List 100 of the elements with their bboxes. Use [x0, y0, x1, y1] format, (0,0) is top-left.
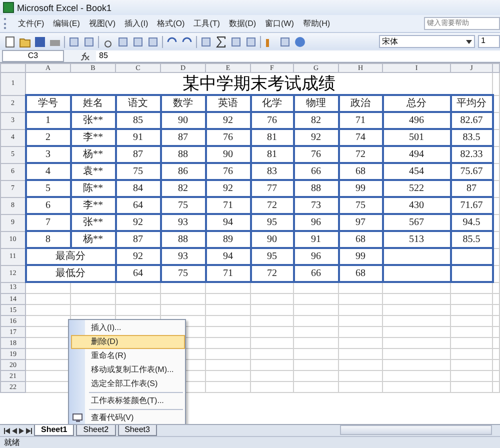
- table-cell: 430: [382, 197, 450, 214]
- last-sheet-icon[interactable]: [26, 428, 32, 434]
- context-menu-item[interactable]: 工作表标签颜色(T)...: [71, 394, 185, 408]
- table-cell: 75.67: [450, 163, 492, 180]
- table-cell: 91: [294, 231, 338, 248]
- table-cell: 68: [338, 163, 382, 180]
- table-header-cell: 总分: [382, 95, 450, 112]
- menu-item[interactable]: 视图(V): [88, 18, 116, 29]
- table-cell: 92: [116, 214, 160, 231]
- table-cell: 76: [206, 129, 250, 146]
- table-cell: 袁**: [70, 163, 116, 180]
- table-cell: 93: [160, 214, 206, 231]
- table-cell: 454: [382, 163, 450, 180]
- table-cell: 92: [206, 180, 250, 197]
- table-cell: 84: [116, 180, 160, 197]
- menu-item[interactable]: 数据(D): [228, 18, 256, 29]
- sheet-tab[interactable]: Sheet1: [34, 425, 74, 436]
- menu-item[interactable]: 帮助(H): [302, 18, 330, 29]
- horizontal-scrollbar[interactable]: [340, 425, 492, 435]
- table-cell: 87: [116, 231, 160, 248]
- table-cell: 501: [382, 129, 450, 146]
- table-cell: 7: [26, 214, 70, 231]
- function-icon[interactable]: [80, 52, 90, 60]
- menu-item[interactable]: 窗口(W): [265, 18, 294, 29]
- table-cell: 1: [26, 112, 70, 129]
- menu-item[interactable]: 工具(T): [194, 18, 220, 29]
- table-cell: 83: [250, 163, 294, 180]
- font-field[interactable]: 宋体: [379, 35, 475, 48]
- table-cell: 66: [294, 163, 338, 180]
- table-cell: 94: [206, 248, 250, 265]
- table-cell: 92: [206, 112, 250, 129]
- table-cell: 94.5: [450, 214, 492, 231]
- context-menu-item[interactable]: 删除(D): [71, 335, 185, 349]
- table-cell: 88: [160, 146, 206, 163]
- table-cell: 81: [250, 146, 294, 163]
- table-cell: 64: [116, 265, 160, 282]
- table-cell: 82.67: [450, 112, 492, 129]
- sum-icon[interactable]: [215, 36, 227, 48]
- context-menu-item[interactable]: 插入(I)...: [71, 321, 185, 335]
- table-cell: 6: [26, 197, 70, 214]
- table-cell: 张**: [70, 112, 116, 129]
- menu-item[interactable]: 格式(O): [157, 18, 185, 29]
- table-cell: 2: [26, 129, 70, 146]
- menu-item[interactable]: 插入(I): [124, 18, 148, 29]
- table-cell: 76: [294, 146, 338, 163]
- table-cell: 85: [116, 112, 160, 129]
- table-header-cell: 姓名: [70, 95, 116, 112]
- table-cell: 张**: [70, 214, 116, 231]
- grip-icon: [4, 18, 9, 29]
- table-cell: 杨**: [70, 231, 116, 248]
- table-cell: 72: [338, 146, 382, 163]
- table-header-cell: 语文: [116, 95, 160, 112]
- table-cell: 75: [160, 265, 206, 282]
- table-cell: 522: [382, 180, 450, 197]
- table-cell: 92: [116, 248, 160, 265]
- menu-item[interactable]: 编辑(E): [53, 18, 80, 29]
- name-box[interactable]: C3: [2, 50, 64, 62]
- context-menu-item[interactable]: 移动或复制工作表(M)...: [71, 363, 185, 377]
- table-cell: 87: [160, 129, 206, 146]
- sheet-tab[interactable]: Sheet2: [76, 425, 116, 436]
- table-cell: 73: [294, 197, 338, 214]
- table-header-cell: 平均分: [450, 95, 492, 112]
- table-cell: 95: [250, 214, 294, 231]
- table-cell: 90: [206, 146, 250, 163]
- table-cell: 68: [338, 265, 382, 282]
- previous-sheet-icon[interactable]: [12, 428, 17, 434]
- context-menu-item[interactable]: 重命名(R): [71, 349, 185, 363]
- save-icon[interactable]: [34, 36, 46, 48]
- table-cell: 72: [250, 197, 294, 214]
- table-cell: 76: [206, 163, 250, 180]
- table-header-cell: 数学: [160, 95, 206, 112]
- table-cell: 496: [382, 112, 450, 129]
- open-folder-icon[interactable]: [19, 36, 31, 48]
- table-header-cell: 政治: [338, 95, 382, 112]
- menu-item[interactable]: 文件(F): [18, 18, 44, 29]
- table-header-cell: 英语: [206, 95, 250, 112]
- table-cell: 90: [160, 112, 206, 129]
- context-menu-item[interactable]: 查看代码(V): [71, 411, 185, 424]
- table-cell: 最低分: [26, 265, 116, 282]
- table-cell: 李**: [70, 129, 116, 146]
- table-cell: 71.67: [450, 197, 492, 214]
- dropdown-arrow-icon[interactable]: [466, 40, 472, 44]
- status-text: 就绪: [4, 437, 20, 448]
- first-sheet-icon[interactable]: [4, 428, 10, 434]
- table-cell: 71: [338, 112, 382, 129]
- table-cell: 71: [206, 265, 250, 282]
- table-cell: 81: [250, 129, 294, 146]
- table-cell: 71: [206, 197, 250, 214]
- next-sheet-icon[interactable]: [19, 428, 24, 434]
- sheet-title: 某中学期末考试成绩: [182, 74, 336, 93]
- table-cell: 8: [26, 231, 70, 248]
- font-size-field[interactable]: 1: [478, 35, 500, 48]
- table-cell: 陈**: [70, 180, 116, 197]
- new-file-icon[interactable]: [4, 36, 16, 48]
- table-cell: 96: [294, 248, 338, 265]
- context-menu-item[interactable]: 选定全部工作表(S): [71, 377, 185, 391]
- formula-field[interactable]: 85: [96, 51, 500, 61]
- sheet-tab[interactable]: Sheet3: [118, 425, 157, 436]
- table-cell: 82.33: [450, 146, 492, 163]
- table-cell: 76: [250, 112, 294, 129]
